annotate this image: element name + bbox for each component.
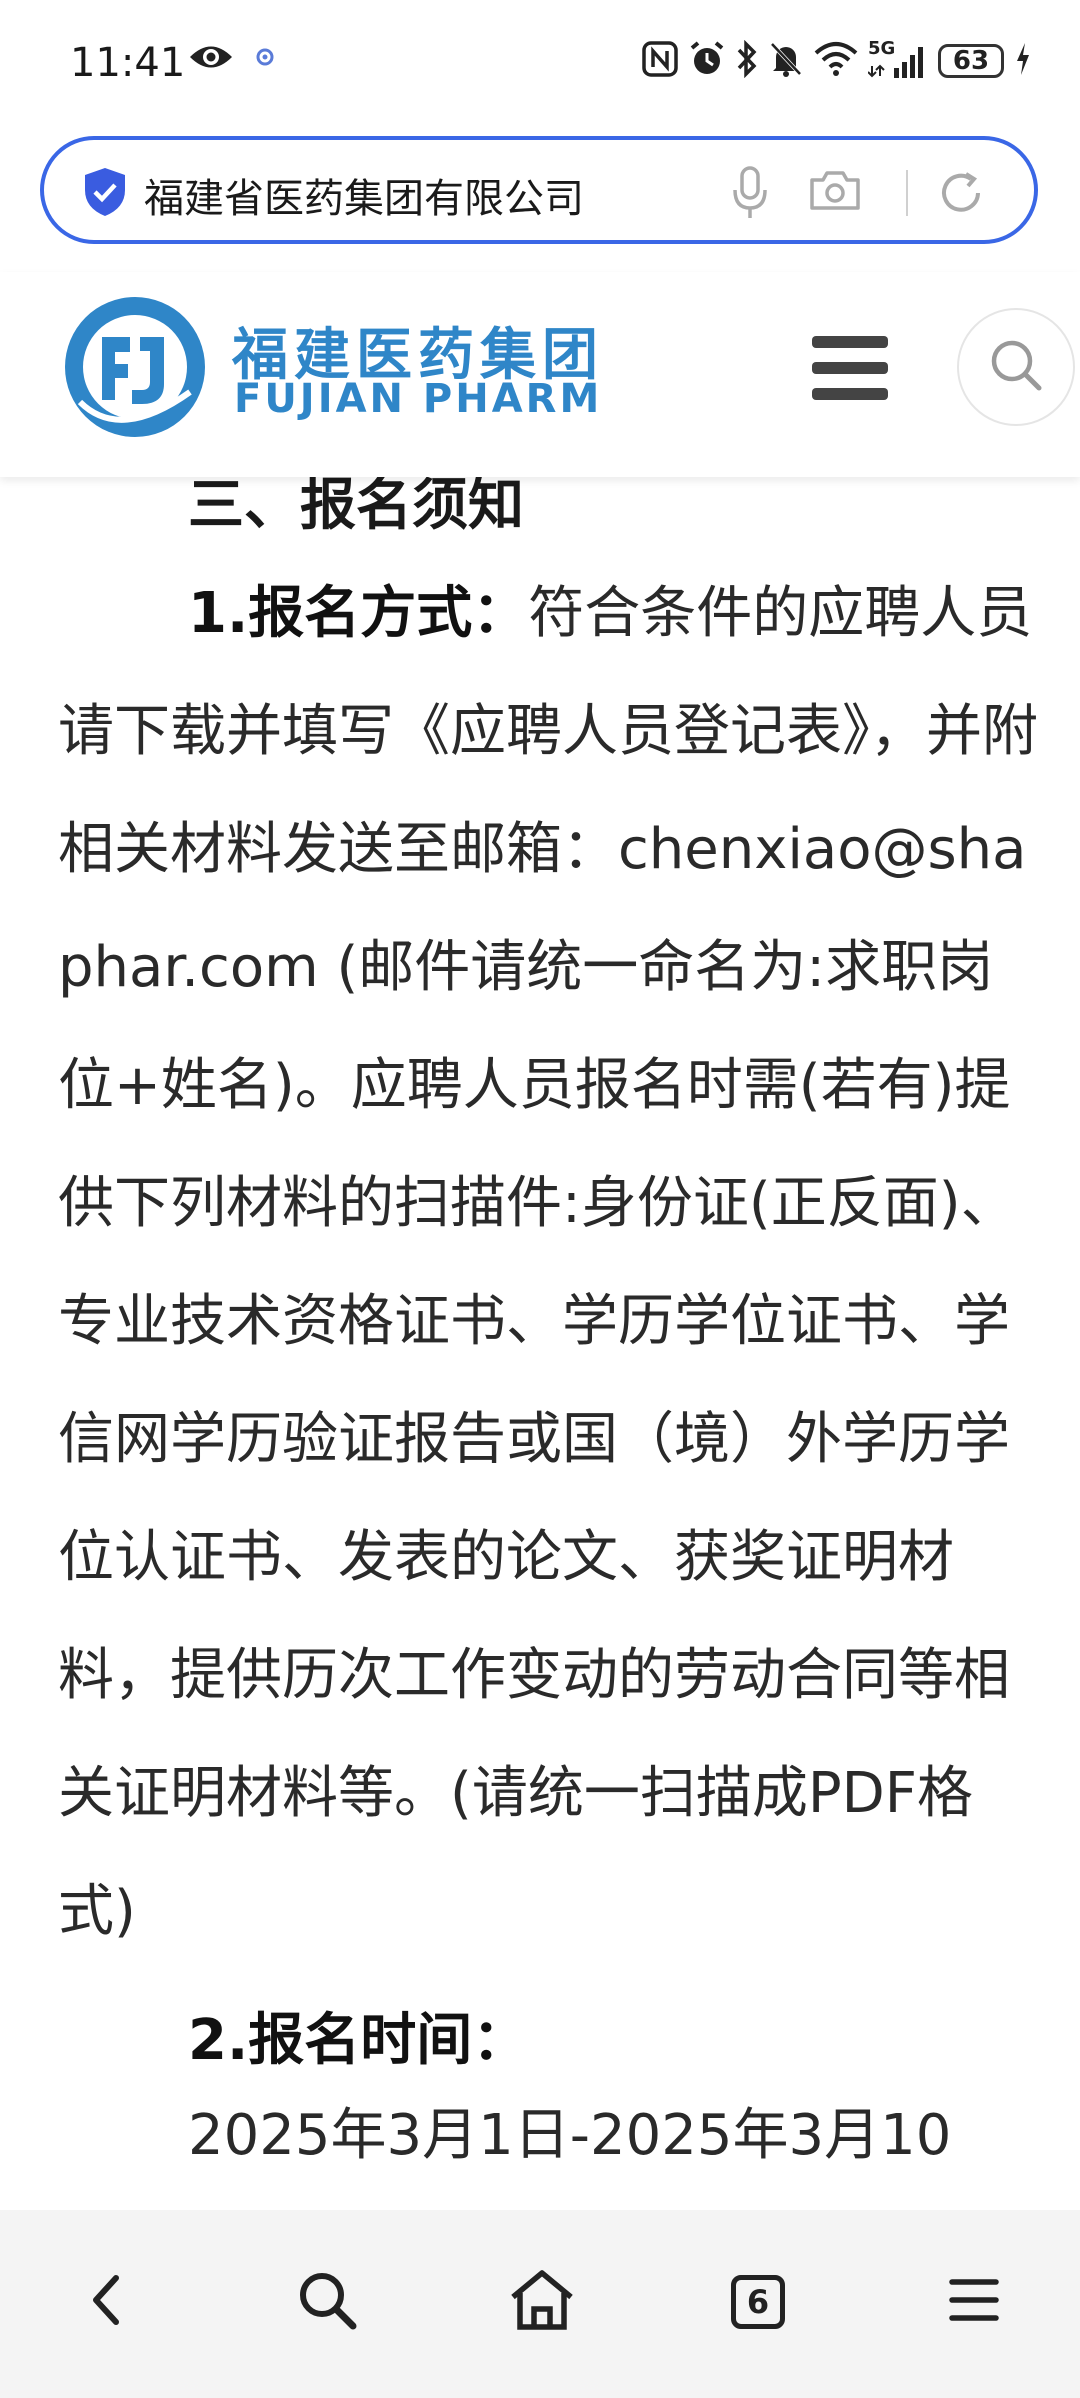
search-divider [906, 170, 908, 216]
shield-icon [82, 166, 128, 222]
tabs-button[interactable]: 6 [718, 2262, 798, 2342]
status-left-icons [188, 42, 274, 76]
status-time: 11:41 [70, 40, 186, 86]
search-nav-button[interactable] [287, 2262, 367, 2342]
nfc-icon [642, 41, 678, 81]
registration-method-paragraph: 1.报名方式：符合条件的应聘人员请下载并填写《应聘人员登记表》，并附相关材料发送… [58, 555, 1048, 1971]
charging-icon [1014, 41, 1032, 81]
mic-icon[interactable] [730, 164, 770, 226]
back-button[interactable] [66, 2262, 146, 2342]
site-header: 福建医药集团 FUJIAN PHARM [0, 272, 1080, 477]
search-icon [295, 2268, 359, 2336]
home-button[interactable] [502, 2262, 582, 2342]
browser-menu-button[interactable] [934, 2262, 1014, 2342]
item2-label: 2.报名时间： [188, 2008, 529, 2073]
home-icon [507, 2267, 577, 2337]
logo-icon[interactable] [60, 292, 210, 446]
logo-text-en[interactable]: FUJIAN PHARM [234, 376, 602, 422]
item1-label: 1.报名方式： [188, 581, 529, 646]
hamburger-icon [812, 336, 888, 348]
mute-icon [768, 40, 804, 82]
item2-text: 2025年3月1日-2025年3月10 [188, 2103, 952, 2168]
refresh-icon[interactable] [936, 168, 986, 222]
menu-icon [948, 2276, 1000, 2328]
search-query[interactable]: 福建省医药集团有限公司 [144, 166, 584, 224]
alarm-icon [688, 40, 726, 82]
location-dot-icon [256, 48, 274, 70]
eye-icon [188, 42, 234, 76]
camera-icon[interactable] [808, 168, 862, 216]
battery-indicator: 63 [938, 44, 1004, 78]
browser-search-bar[interactable]: 福建省医药集团有限公司 [40, 136, 1038, 244]
menu-button[interactable] [812, 336, 888, 402]
search-icon [987, 336, 1045, 398]
bluetooth-icon [736, 39, 758, 82]
site-search-button[interactable] [957, 308, 1075, 426]
bottom-navigation-bar: 6 [0, 2210, 1080, 2398]
tabs-icon: 6 [731, 2275, 785, 2329]
wifi-icon [814, 41, 858, 81]
status-right-icons: 5G 63 [642, 38, 1032, 82]
back-icon [86, 2272, 126, 2332]
status-bar: 11:41 5G 63 [0, 0, 1080, 130]
signal-icon: 5G [868, 38, 928, 80]
item1-text: 符合条件的应聘人员请下载并填写《应聘人员登记表》，并附相关材料发送至邮箱：che… [58, 581, 1038, 1944]
